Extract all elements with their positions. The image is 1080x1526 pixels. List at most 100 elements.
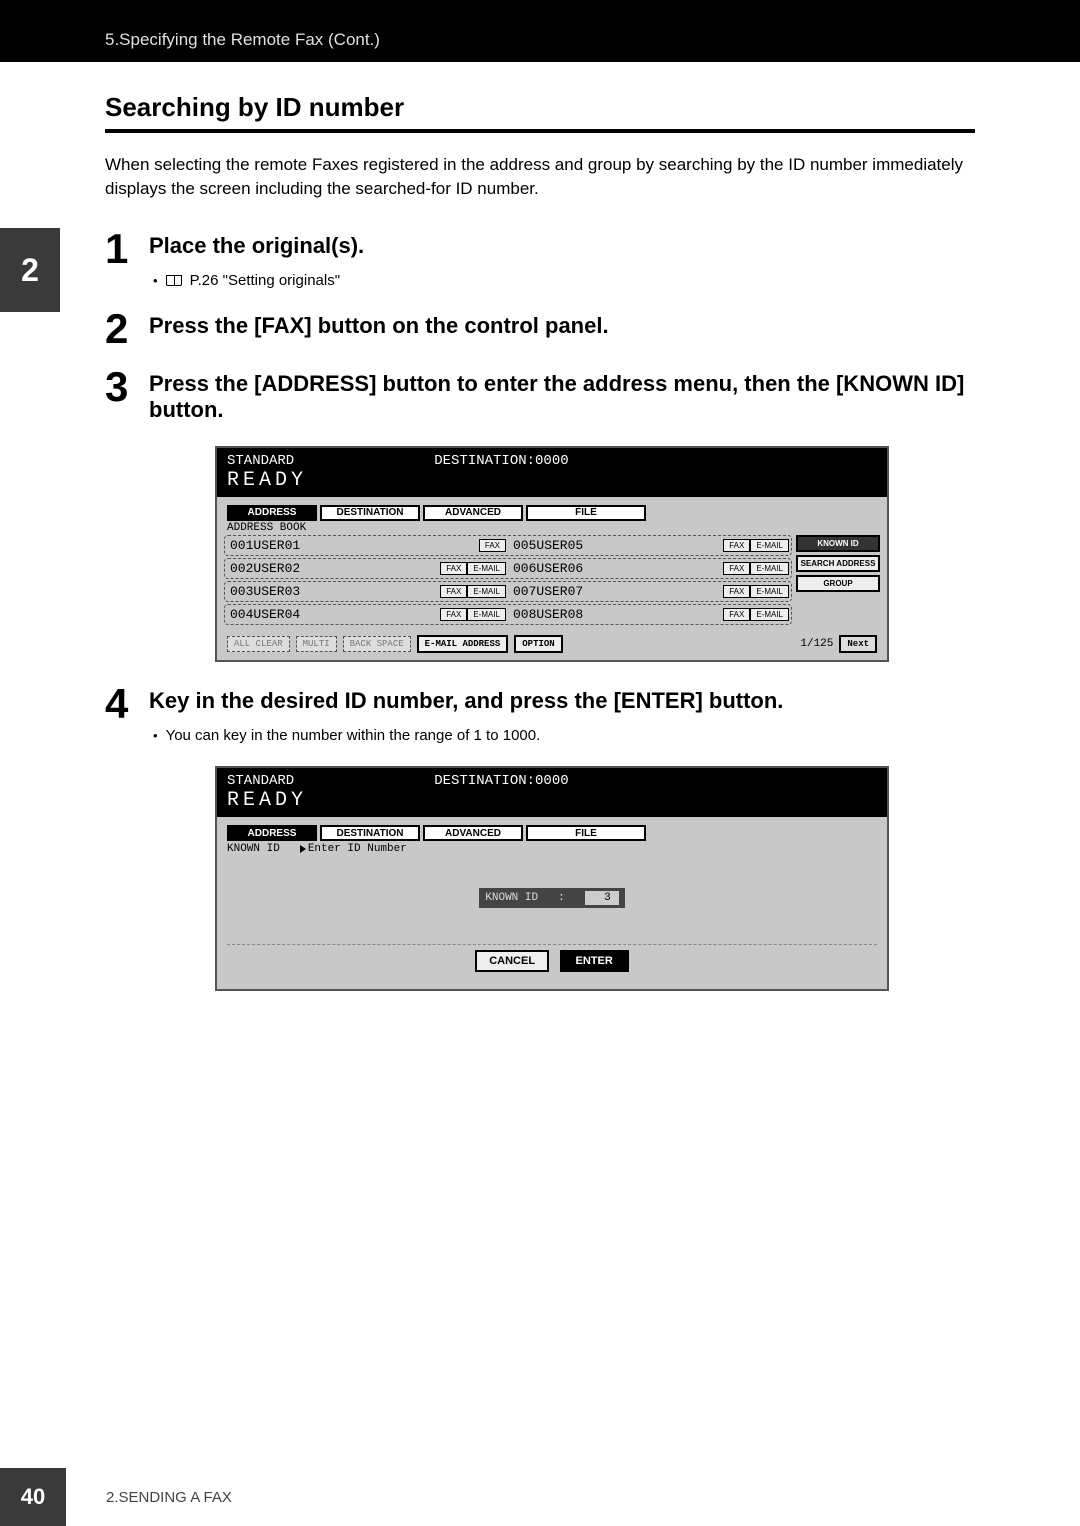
tab-file[interactable]: FILE xyxy=(526,825,646,841)
device-screen-address-book: STANDARD DESTINATION:0000 READY ADDRESS … xyxy=(215,446,889,662)
group-button[interactable]: GROUP xyxy=(796,575,880,592)
screen-main: 001USER01 FAX 005USER05 FAX E-MAIL 002US… xyxy=(217,535,887,631)
backspace-button[interactable]: BACK SPACE xyxy=(343,636,411,652)
tab-destination[interactable]: DESTINATION xyxy=(320,825,420,841)
step-note: You can key in the number within the ran… xyxy=(166,727,541,744)
step-sub: • You can key in the number within the r… xyxy=(153,727,975,744)
status-destination: DESTINATION:0000 xyxy=(434,453,568,469)
email-button[interactable]: E-MAIL xyxy=(467,585,506,598)
step-number: 3 xyxy=(105,369,135,405)
list-item[interactable]: 002USER02 FAX E-MAIL xyxy=(225,559,508,578)
list-item[interactable]: 007USER07 FAX E-MAIL xyxy=(508,582,791,601)
list-item[interactable]: 006USER06 FAX E-MAIL xyxy=(508,559,791,578)
step-number: 4 xyxy=(105,686,135,722)
fax-button[interactable]: FAX xyxy=(723,608,750,621)
screen-footer: ALL CLEAR MULTI BACK SPACE E-MAIL ADDRES… xyxy=(217,631,887,660)
next-button[interactable]: Next xyxy=(839,635,877,653)
step-sub: • P.26 "Setting originals" xyxy=(153,272,975,289)
list-item[interactable]: 001USER01 FAX xyxy=(225,536,508,555)
all-clear-button[interactable]: ALL CLEAR xyxy=(227,636,290,652)
tab-bar: ADDRESS DESTINATION ADVANCED FILE xyxy=(217,497,887,521)
enter-id-hint: Enter ID Number xyxy=(308,843,407,855)
known-id-field-label: KNOWN ID xyxy=(485,892,538,904)
multi-button[interactable]: MULTI xyxy=(296,636,337,652)
list-item[interactable]: 004USER04 FAX E-MAIL xyxy=(225,605,508,624)
known-id-label: KNOWN ID xyxy=(227,843,280,855)
known-id-display: KNOWN ID : 3 xyxy=(479,888,624,908)
colon-label: : xyxy=(558,892,565,904)
fax-button[interactable]: FAX xyxy=(479,539,506,552)
status-ready: READY xyxy=(227,789,877,812)
step-text: Key in the desired ID number, and press … xyxy=(149,686,783,714)
chapter-label: 2.SENDING A FAX xyxy=(106,1489,232,1506)
option-button[interactable]: OPTION xyxy=(514,635,562,653)
address-list: 001USER01 FAX 005USER05 FAX E-MAIL 002US… xyxy=(224,535,792,627)
status-standard: STANDARD xyxy=(227,453,294,469)
screen-header: STANDARD DESTINATION:0000 READY xyxy=(217,768,887,817)
step-reference: P.26 "Setting originals" xyxy=(190,272,340,289)
table-row: 004USER04 FAX E-MAIL 008USER08 FAX E-MAI… xyxy=(224,604,792,625)
title-underline xyxy=(105,129,975,133)
status-standard: STANDARD xyxy=(227,773,294,789)
fax-button[interactable]: FAX xyxy=(440,585,467,598)
email-button[interactable]: E-MAIL xyxy=(467,608,506,621)
email-button[interactable]: E-MAIL xyxy=(750,562,789,575)
fax-button[interactable]: FAX xyxy=(723,562,750,575)
email-button[interactable]: E-MAIL xyxy=(750,585,789,598)
step-2: 2 Press the [FAX] button on the control … xyxy=(105,311,975,347)
email-button[interactable]: E-MAIL xyxy=(750,539,789,552)
tab-bar: ADDRESS DESTINATION ADVANCED FILE xyxy=(217,817,887,841)
known-id-button[interactable]: KNOWN ID xyxy=(796,535,880,552)
email-address-button[interactable]: E-MAIL ADDRESS xyxy=(417,635,509,653)
section-title: Searching by ID number xyxy=(105,92,975,123)
step-number: 2 xyxy=(105,311,135,347)
step-text: Place the original(s). xyxy=(149,231,364,259)
breadcrumb: 5.Specifying the Remote Fax (Cont.) xyxy=(105,30,380,49)
intro-text: When selecting the remote Faxes register… xyxy=(105,153,975,201)
fax-button[interactable]: FAX xyxy=(440,562,467,575)
search-address-button[interactable]: SEARCH ADDRESS xyxy=(796,555,880,572)
device-screen-known-id: STANDARD DESTINATION:0000 READY ADDRESS … xyxy=(215,766,889,991)
status-destination: DESTINATION:0000 xyxy=(434,773,568,789)
tab-destination[interactable]: DESTINATION xyxy=(320,505,420,521)
email-button[interactable]: E-MAIL xyxy=(750,608,789,621)
tab-address[interactable]: ADDRESS xyxy=(227,825,317,841)
page-footer: 40 2.SENDING A FAX xyxy=(0,1468,1080,1526)
bullet-icon: • xyxy=(153,273,158,288)
page-indicator: 1/125 xyxy=(800,638,833,650)
tab-advanced[interactable]: ADVANCED xyxy=(423,505,523,521)
enter-button[interactable]: ENTER xyxy=(560,950,629,972)
known-id-input[interactable]: 3 xyxy=(585,891,619,905)
step-number: 1 xyxy=(105,231,135,267)
tab-advanced[interactable]: ADVANCED xyxy=(423,825,523,841)
step-text: Press the [FAX] button on the control pa… xyxy=(149,311,609,339)
list-item[interactable]: 005USER05 FAX E-MAIL xyxy=(508,536,791,555)
step-1: 1 Place the original(s). • P.26 "Setting… xyxy=(105,231,975,290)
address-book-label: ADDRESS BOOK xyxy=(217,521,887,535)
side-buttons: KNOWN ID SEARCH ADDRESS GROUP xyxy=(792,535,880,627)
step-3: 3 Press the [ADDRESS] button to enter th… xyxy=(105,369,975,424)
tab-file[interactable]: FILE xyxy=(526,505,646,521)
list-item[interactable]: 008USER08 FAX E-MAIL xyxy=(508,605,791,624)
book-icon xyxy=(166,275,182,286)
triangle-icon xyxy=(300,845,306,853)
step-4: 4 Key in the desired ID number, and pres… xyxy=(105,686,975,745)
fax-button[interactable]: FAX xyxy=(723,585,750,598)
status-ready: READY xyxy=(227,469,877,492)
bullet-icon: • xyxy=(153,728,158,743)
table-row: 003USER03 FAX E-MAIL 007USER07 FAX E-MAI… xyxy=(224,581,792,602)
screen-header: STANDARD DESTINATION:0000 READY xyxy=(217,448,887,497)
header-bar: 5.Specifying the Remote Fax (Cont.) xyxy=(0,0,1080,62)
fax-button[interactable]: FAX xyxy=(440,608,467,621)
fax-button[interactable]: FAX xyxy=(723,539,750,552)
tab-address[interactable]: ADDRESS xyxy=(227,505,317,521)
list-item[interactable]: 003USER03 FAX E-MAIL xyxy=(225,582,508,601)
content: Searching by ID number When selecting th… xyxy=(0,92,1080,991)
table-row: 002USER02 FAX E-MAIL 006USER06 FAX E-MAI… xyxy=(224,558,792,579)
table-row: 001USER01 FAX 005USER05 FAX E-MAIL xyxy=(224,535,792,556)
cancel-button[interactable]: CANCEL xyxy=(475,950,549,972)
email-button[interactable]: E-MAIL xyxy=(467,562,506,575)
step-text: Press the [ADDRESS] button to enter the … xyxy=(149,369,975,424)
page-number: 40 xyxy=(0,1468,66,1526)
section-number-tab: 2 xyxy=(0,228,60,312)
